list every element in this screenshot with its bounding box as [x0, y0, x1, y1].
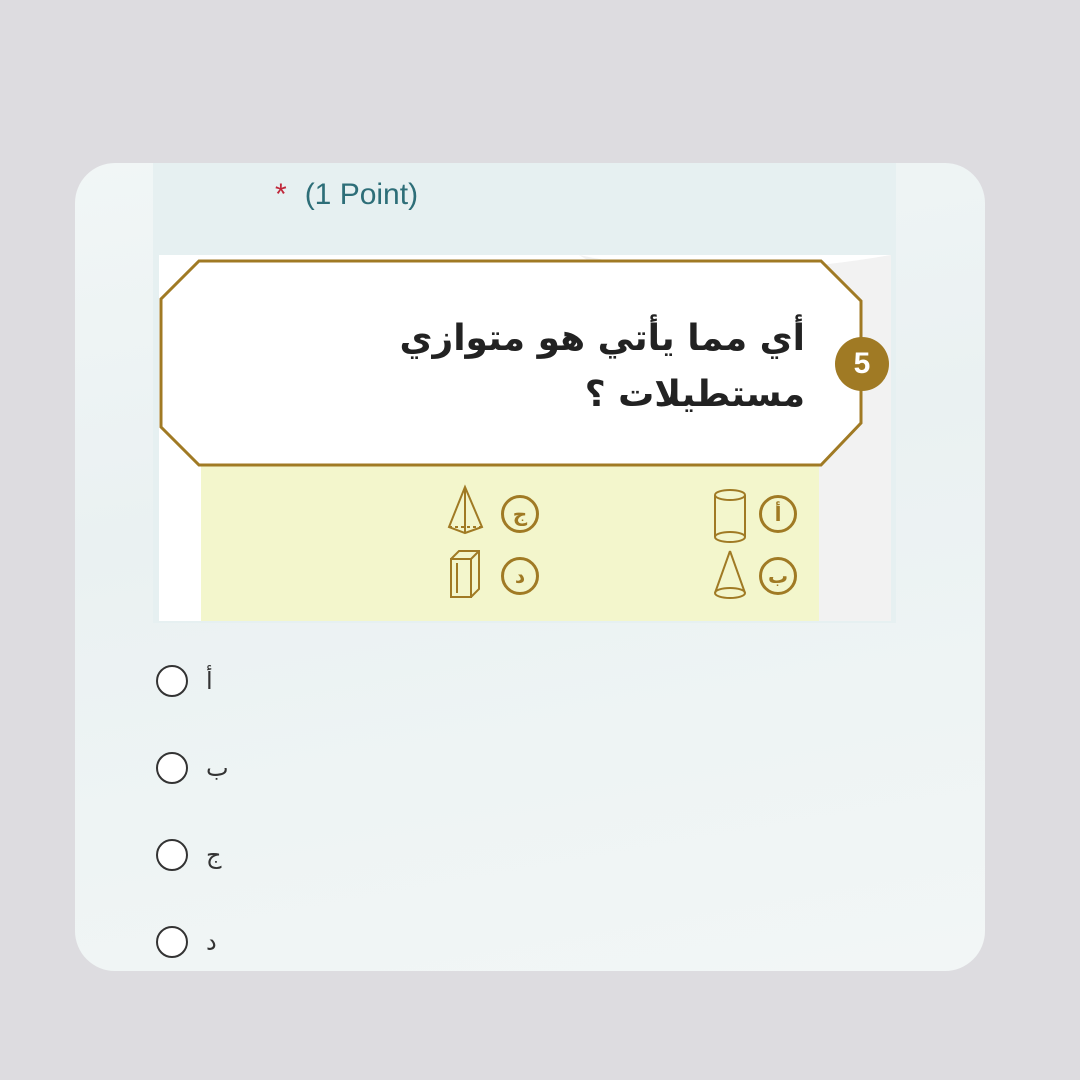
choice-label: أ: [206, 667, 213, 695]
question-points: * (1 Point): [275, 177, 418, 213]
radio-button[interactable]: [156, 839, 188, 871]
radio-button[interactable]: [156, 926, 188, 958]
points-label: (1 Point): [304, 178, 419, 211]
choice-option[interactable]: د: [156, 922, 217, 962]
image-option-label: ب: [759, 557, 797, 595]
radio-button[interactable]: [156, 752, 188, 784]
radio-button[interactable]: [156, 665, 188, 697]
question-number-badge: 5: [835, 337, 889, 391]
image-option-label: د: [501, 557, 539, 595]
choice-option[interactable]: ج: [156, 835, 222, 875]
image-option-label: أ: [759, 495, 797, 533]
choice-label: ج: [206, 841, 222, 869]
question-image: أي مما يأتي هو متوازي مستطيلات ؟ 5 أ ب ج…: [159, 255, 891, 621]
required-asterisk: *: [275, 178, 287, 211]
choice-option[interactable]: ب: [156, 748, 229, 788]
choice-label: د: [206, 928, 217, 956]
choice-label: ب: [206, 754, 229, 782]
image-option-label: ج: [501, 495, 539, 533]
question-text: أي مما يأتي هو متوازي مستطيلات ؟: [399, 318, 805, 415]
choice-option[interactable]: أ: [156, 661, 213, 701]
question-card: * (1 Point) أي مما يأتي هو متوازي مستطيل…: [75, 163, 985, 971]
